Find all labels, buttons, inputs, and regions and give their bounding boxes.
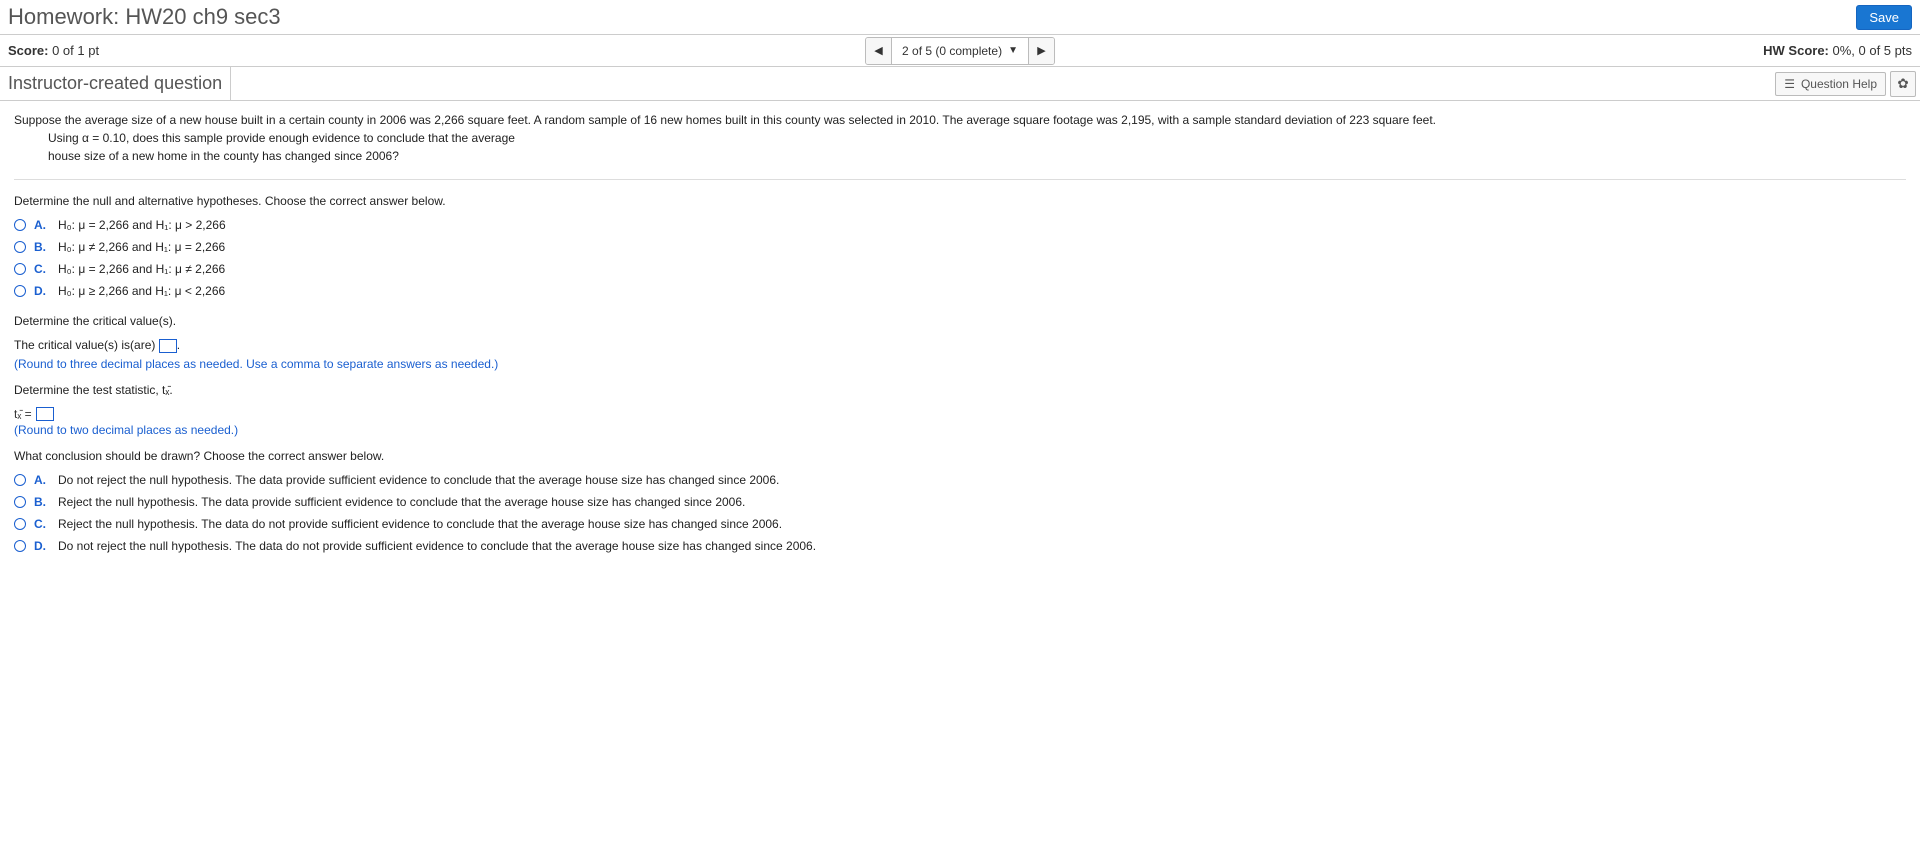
nav-position-text: 2 of 5 (0 complete) — [902, 44, 1002, 58]
score-left: Score: 0 of 1 pt — [8, 43, 99, 58]
option-letter: A. — [34, 218, 50, 232]
hw-score: HW Score: 0%, 0 of 5 pts — [1763, 43, 1912, 58]
part4-option-c[interactable]: C. Reject the null hypothesis. The data … — [14, 517, 1906, 531]
radio-icon[interactable] — [14, 518, 26, 530]
option-text: H₀: μ ≥ 2,266 and H₁: μ < 2,266 — [58, 284, 225, 298]
part1-option-b[interactable]: B. H₀: μ ≠ 2,266 and H₁: μ = 2,266 — [14, 240, 1906, 254]
option-letter: D. — [34, 284, 50, 298]
part2-post: . — [177, 338, 180, 352]
option-letter: D. — [34, 539, 50, 553]
option-letter: B. — [34, 495, 50, 509]
radio-icon[interactable] — [14, 219, 26, 231]
radio-icon[interactable] — [14, 474, 26, 486]
score-value: 0 of 1 pt — [48, 43, 99, 58]
question-content: Suppose the average size of a new house … — [0, 101, 1920, 579]
part3-answer-line: tₓ̄ = — [14, 407, 1906, 421]
hw-score-value: 0%, 0 of 5 pts — [1829, 43, 1912, 58]
option-letter: A. — [34, 473, 50, 487]
part1-option-c[interactable]: C. H₀: μ = 2,266 and H₁: μ ≠ 2,266 — [14, 262, 1906, 276]
prev-question-button[interactable]: ◀ — [866, 38, 892, 64]
question-help-button[interactable]: ☰ Question Help — [1775, 72, 1886, 96]
part3-lhs: tₓ̄ = — [14, 407, 32, 421]
part4-option-a[interactable]: A. Do not reject the null hypothesis. Th… — [14, 473, 1906, 487]
gear-icon: ✿ — [1897, 76, 1908, 92]
part2-prompt: Determine the critical value(s). — [14, 314, 1906, 328]
stem-line-2: Using α = 0.10, does this sample provide… — [14, 129, 1906, 147]
test-statistic-input[interactable] — [36, 407, 54, 421]
question-stem: Suppose the average size of a new house … — [14, 111, 1906, 165]
score-label: Score: — [8, 43, 48, 58]
question-source-label: Instructor-created question — [0, 67, 231, 100]
option-letter: C. — [34, 262, 50, 276]
part1-option-a[interactable]: A. H₀: μ = 2,266 and H₁: μ > 2,266 — [14, 218, 1906, 232]
option-text: Do not reject the null hypothesis. The d… — [58, 473, 779, 487]
radio-icon[interactable] — [14, 241, 26, 253]
radio-icon[interactable] — [14, 285, 26, 297]
part4-options: A. Do not reject the null hypothesis. Th… — [14, 473, 1906, 553]
caret-down-icon: ▼ — [1008, 45, 1018, 56]
part1-option-d[interactable]: D. H₀: μ ≥ 2,266 and H₁: μ < 2,266 — [14, 284, 1906, 298]
option-letter: C. — [34, 517, 50, 531]
settings-button[interactable]: ✿ — [1890, 71, 1916, 97]
question-navigator: ◀ 2 of 5 (0 complete) ▼ ▶ — [865, 37, 1055, 65]
part2-hint: (Round to three decimal places as needed… — [14, 357, 1906, 371]
stem-line-1: Suppose the average size of a new house … — [14, 113, 1436, 127]
option-text: Do not reject the null hypothesis. The d… — [58, 539, 816, 553]
next-question-button[interactable]: ▶ — [1028, 38, 1054, 64]
radio-icon[interactable] — [14, 263, 26, 275]
hw-score-label: HW Score: — [1763, 43, 1829, 58]
question-position-dropdown[interactable]: 2 of 5 (0 complete) ▼ — [892, 38, 1028, 64]
part3-hint: (Round to two decimal places as needed.) — [14, 423, 1906, 437]
option-text: H₀: μ = 2,266 and H₁: μ ≠ 2,266 — [58, 262, 225, 276]
radio-icon[interactable] — [14, 496, 26, 508]
save-button[interactable]: Save — [1856, 5, 1912, 30]
option-text: H₀: μ = 2,266 and H₁: μ > 2,266 — [58, 218, 226, 232]
option-text: Reject the null hypothesis. The data do … — [58, 517, 782, 531]
part4-option-d[interactable]: D. Do not reject the null hypothesis. Th… — [14, 539, 1906, 553]
list-icon: ☰ — [1784, 77, 1795, 91]
part4-prompt: What conclusion should be drawn? Choose … — [14, 449, 1906, 463]
option-text: Reject the null hypothesis. The data pro… — [58, 495, 745, 509]
option-text: H₀: μ ≠ 2,266 and H₁: μ = 2,266 — [58, 240, 225, 254]
radio-icon[interactable] — [14, 540, 26, 552]
part1-prompt: Determine the null and alternative hypot… — [14, 194, 1906, 208]
homework-title: Homework: HW20 ch9 sec3 — [8, 4, 281, 30]
part4-option-b[interactable]: B. Reject the null hypothesis. The data … — [14, 495, 1906, 509]
subheader-row: Instructor-created question ☰ Question H… — [0, 67, 1920, 101]
question-help-label: Question Help — [1801, 77, 1877, 91]
subheader-right: ☰ Question Help ✿ — [1775, 71, 1920, 97]
stem-line-3: house size of a new home in the county h… — [14, 147, 1906, 165]
top-bar: Homework: HW20 ch9 sec3 Save — [0, 0, 1920, 35]
divider — [14, 179, 1906, 180]
part3-prompt: Determine the test statistic, tₓ̄. — [14, 383, 1906, 397]
part1-options: A. H₀: μ = 2,266 and H₁: μ > 2,266 B. H₀… — [14, 218, 1906, 298]
score-row: Score: 0 of 1 pt ◀ 2 of 5 (0 complete) ▼… — [0, 35, 1920, 67]
critical-value-input[interactable] — [159, 339, 177, 353]
part2-pre: The critical value(s) is(are) — [14, 338, 159, 352]
option-letter: B. — [34, 240, 50, 254]
part2-answer-line: The critical value(s) is(are) . — [14, 338, 1906, 353]
